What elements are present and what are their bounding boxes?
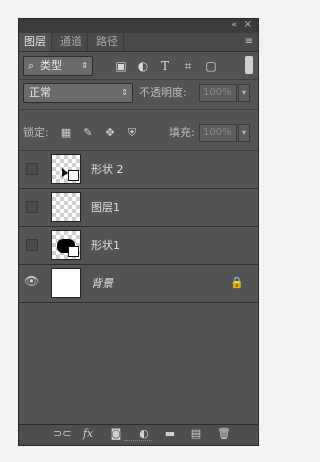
image-filter-icon[interactable]: ▣ <box>113 58 129 74</box>
layers-panel: « × 图层 通道 路径 ≡ ⌕ 类型 ⇕ ▣ ◐ T ⌗ ▢ 正常 ⇕ 不透明… <box>18 18 259 446</box>
lock-icon: 🔒 <box>230 276 244 289</box>
opacity-dropdown-icon[interactable]: ▾ <box>238 84 250 102</box>
visibility-toggle[interactable] <box>26 163 38 175</box>
tab-paths[interactable]: 路径 <box>91 33 124 51</box>
spinner-icon: ⇕ <box>81 61 88 70</box>
fill-label: 填充: <box>169 126 195 139</box>
layer-name: 图层1 <box>91 201 120 214</box>
close-icon[interactable]: × <box>244 19 252 30</box>
opacity-label: 不透明度: <box>139 86 187 99</box>
adjustment-filter-icon[interactable]: ◐ <box>135 58 151 74</box>
new-layer-icon[interactable]: ▤ <box>189 427 203 441</box>
lock-image-pixels-icon[interactable]: ✎ <box>81 126 95 140</box>
visibility-toggle[interactable] <box>26 201 38 213</box>
tab-layers[interactable]: 图层 <box>19 33 52 51</box>
fill-dropdown-icon[interactable]: ▾ <box>238 124 250 142</box>
panel-titlebar[interactable]: « × <box>19 19 258 33</box>
layer-row[interactable]: 图层1 <box>19 189 258 227</box>
blend-mode-select[interactable]: 正常 ⇕ <box>23 83 133 103</box>
layer-thumbnail <box>51 192 81 222</box>
layer-row[interactable]: 形状 2 <box>19 151 258 189</box>
filter-kind-label: 类型 <box>40 59 62 72</box>
blend-mode-value: 正常 <box>29 86 51 99</box>
filter-toggle[interactable] <box>245 56 253 74</box>
lock-label: 锁定: <box>23 126 49 139</box>
lock-transparent-pixels-icon[interactable]: ▦ <box>59 126 73 140</box>
spinner-icon: ⇕ <box>121 88 128 97</box>
opacity-input[interactable]: 100% <box>199 84 237 102</box>
eye-icon[interactable]: 👁 <box>24 274 39 288</box>
search-icon: ⌕ <box>28 59 35 72</box>
layer-name: 形状 2 <box>91 163 124 176</box>
resize-grip[interactable] <box>124 440 152 444</box>
layer-name: 背景 <box>91 277 113 290</box>
layer-thumbnail <box>51 268 81 298</box>
panel-footer: ⊃⊂ fx ◙ ◐ ▬ ▤ 🗑 <box>19 424 258 445</box>
link-layers-icon[interactable]: ⊃⊂ <box>53 427 71 441</box>
panel-menu-icon[interactable]: ≡ <box>245 36 253 47</box>
divider <box>19 79 258 80</box>
shape-layer-badge-icon <box>68 246 79 257</box>
visibility-toggle[interactable] <box>26 239 38 251</box>
lock-all-icon[interactable]: ⛨ <box>125 126 139 140</box>
layer-mask-icon[interactable]: ◙ <box>109 427 123 441</box>
layer-row[interactable]: 形状1 <box>19 227 258 265</box>
smart-object-filter-icon[interactable]: ▢ <box>203 58 219 74</box>
type-filter-icon[interactable]: T <box>157 58 173 74</box>
lock-position-icon[interactable]: ✥ <box>103 126 117 140</box>
fx-icon[interactable]: fx <box>81 427 95 441</box>
shape-filter-icon[interactable]: ⌗ <box>180 58 196 74</box>
panel-tabs: 图层 通道 路径 ≡ <box>19 33 258 52</box>
layer-row[interactable]: 👁 背景 🔒 <box>19 265 258 303</box>
delete-layer-icon[interactable]: 🗑 <box>217 427 231 441</box>
tab-channels[interactable]: 通道 <box>55 33 88 51</box>
collapse-icon[interactable]: « <box>231 20 236 30</box>
fill-input[interactable]: 100% <box>199 124 237 142</box>
divider <box>19 109 258 110</box>
new-group-icon[interactable]: ▬ <box>163 427 177 441</box>
filter-kind-select[interactable]: ⌕ 类型 ⇕ <box>23 56 93 76</box>
shape-layer-badge-icon <box>68 170 79 181</box>
layer-name: 形状1 <box>91 239 120 252</box>
adjustment-layer-icon[interactable]: ◐ <box>137 427 151 441</box>
